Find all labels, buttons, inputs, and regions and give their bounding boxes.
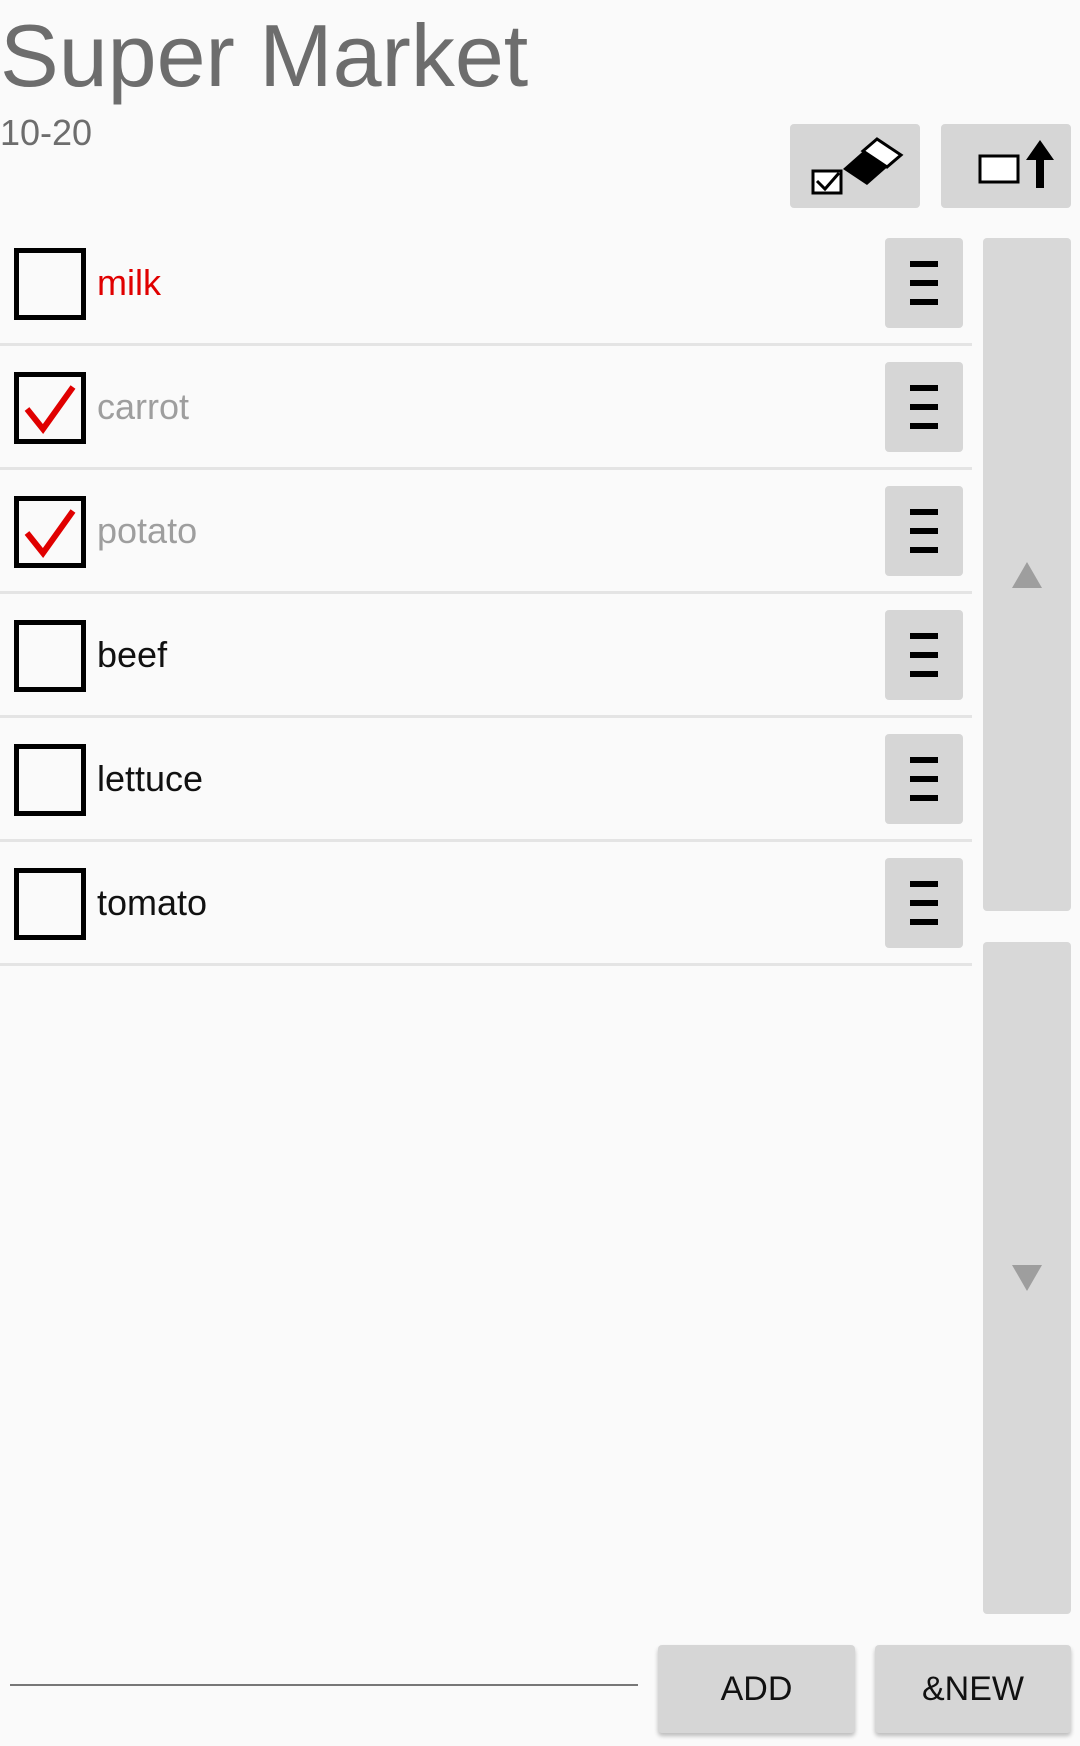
drag-handle-icon <box>910 633 938 677</box>
item-menu-button[interactable] <box>885 362 963 452</box>
box-arrow-up-icon <box>978 140 1054 188</box>
item-menu-button[interactable] <box>885 238 963 328</box>
triangle-up-icon <box>1012 561 1042 588</box>
clear-checked-button[interactable] <box>790 124 920 208</box>
list-item: lettuce <box>0 718 972 842</box>
item-label: tomato <box>97 882 208 923</box>
item-menu-button[interactable] <box>885 734 963 824</box>
item-label: carrot <box>97 386 190 427</box>
page-subtitle: 10-20 <box>0 112 93 153</box>
list-item: tomato <box>0 842 972 966</box>
checkmark-icon <box>24 385 76 434</box>
item-label: milk <box>97 262 161 303</box>
drag-handle-icon <box>910 881 938 925</box>
list-item: potato <box>0 470 972 594</box>
triangle-down-icon <box>1012 1265 1042 1291</box>
list-item: milk <box>0 222 972 346</box>
new-item-input[interactable] <box>10 1640 638 1686</box>
drag-handle-icon <box>910 757 938 801</box>
drag-handle-icon <box>910 385 938 429</box>
scroll-up-button[interactable] <box>983 238 1071 911</box>
scroll-down-button[interactable] <box>983 942 1071 1614</box>
checkmark-icon <box>24 509 76 558</box>
list-item: carrot <box>0 346 972 470</box>
add-button[interactable]: ADD <box>658 1645 855 1733</box>
item-menu-button[interactable] <box>885 858 963 948</box>
item-checkbox[interactable] <box>14 372 86 444</box>
item-checkbox[interactable] <box>14 868 86 940</box>
item-checkbox[interactable] <box>14 620 86 692</box>
drag-handle-icon <box>910 509 938 553</box>
item-label: beef <box>97 634 168 675</box>
item-list: milk carrot potato beef lettuce tomato <box>0 222 972 966</box>
item-menu-button[interactable] <box>885 610 963 700</box>
page-title: Super Market <box>0 6 529 105</box>
drag-handle-icon <box>910 261 938 305</box>
item-checkbox[interactable] <box>14 248 86 320</box>
list-item: beef <box>0 594 972 718</box>
eraser-checkbox-icon <box>811 137 904 195</box>
item-checkbox[interactable] <box>14 744 86 816</box>
item-label: lettuce <box>97 758 204 799</box>
item-label: potato <box>97 510 198 551</box>
export-button[interactable] <box>941 124 1071 208</box>
new-button[interactable]: &NEW <box>875 1645 1071 1733</box>
app-screen: Super Market 10-20 milk carrot potato beef l… <box>0 0 1080 1746</box>
item-checkbox[interactable] <box>14 496 86 568</box>
item-menu-button[interactable] <box>885 486 963 576</box>
